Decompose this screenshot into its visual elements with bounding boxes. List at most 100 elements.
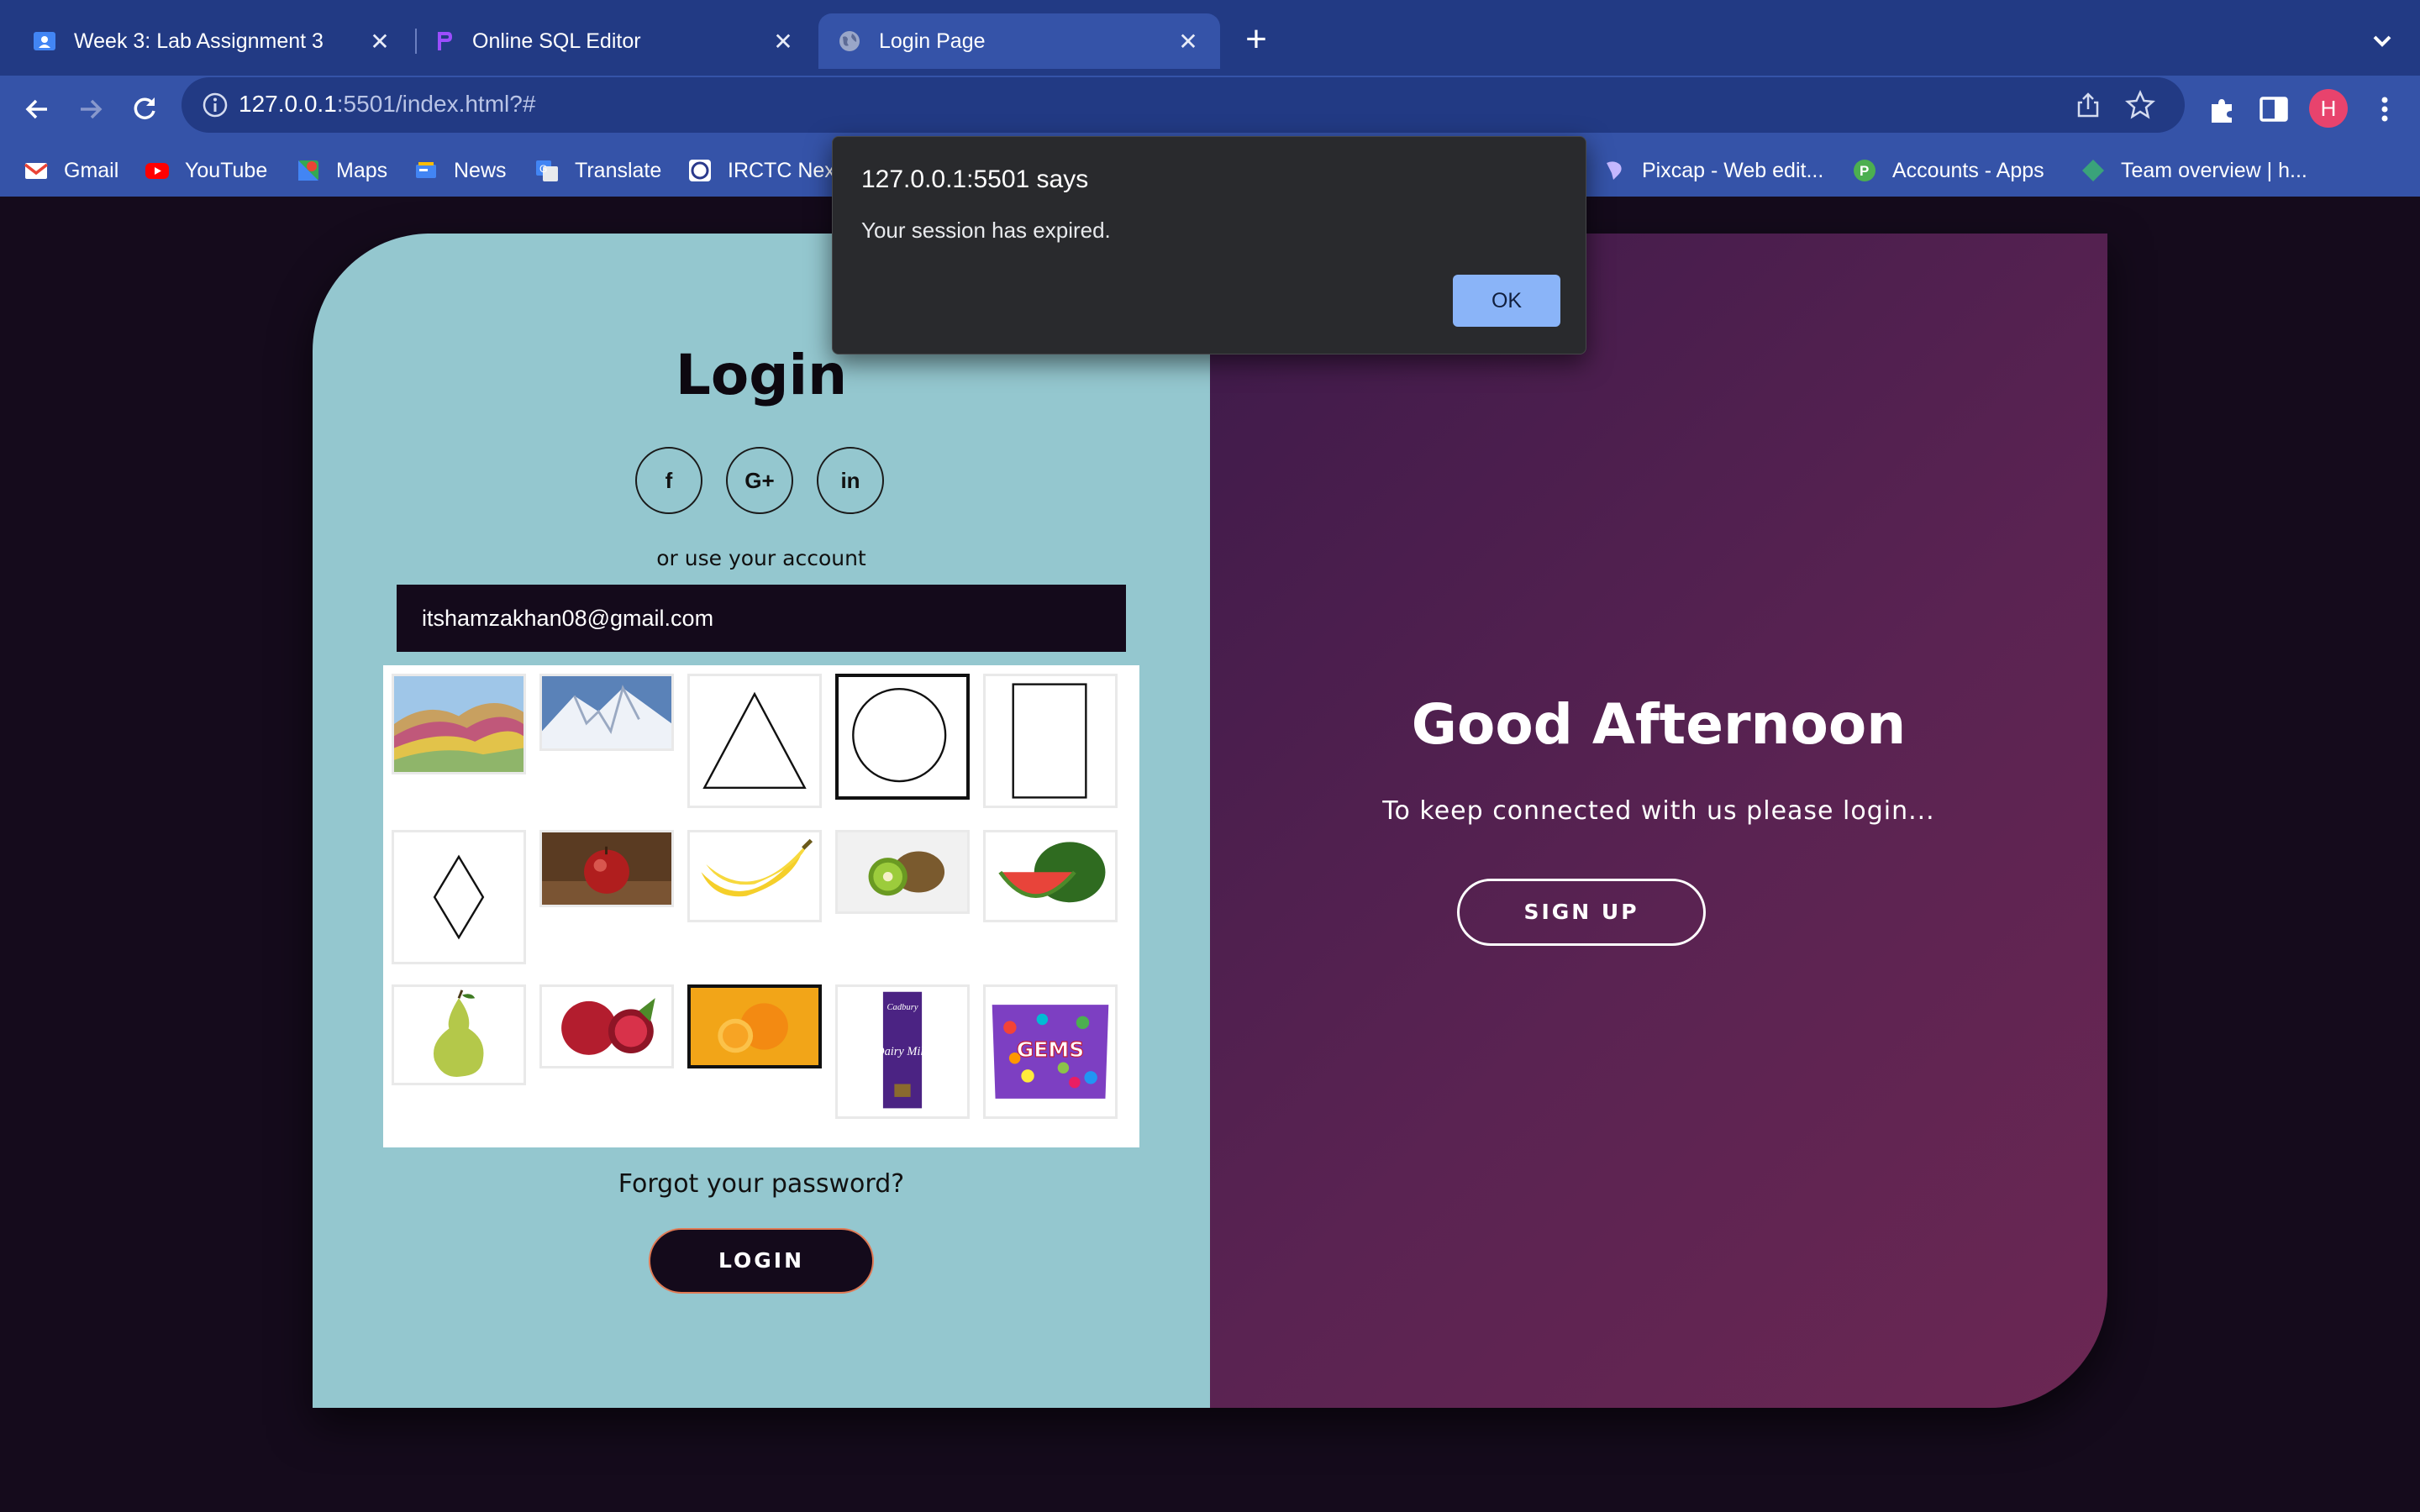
tab-label: Login Page xyxy=(879,29,986,53)
bookmark-translate[interactable]: G Translate xyxy=(534,155,661,186)
dialog-message: Your session has expired. xyxy=(861,218,1111,243)
bookmark-maps[interactable]: Maps xyxy=(296,155,387,186)
welcome-panel: Good Afternoon To keep connected with us… xyxy=(1210,234,2107,1408)
snowy-mountain-image[interactable] xyxy=(539,674,674,751)
tab-strip: Week 3: Lab Assignment 3 ✕ Online SQL Ed… xyxy=(0,0,2420,76)
email-field[interactable] xyxy=(397,585,1126,652)
tab-sql-editor[interactable]: Online SQL Editor ✕ xyxy=(398,13,815,69)
sign-up-button[interactable]: SIGN UP xyxy=(1457,879,1706,946)
bookmark-pixcap[interactable]: Pixcap - Web edit... xyxy=(1602,155,1823,186)
snowy-mountain-graphic xyxy=(542,676,671,748)
back-button[interactable] xyxy=(15,87,59,131)
info-icon[interactable] xyxy=(202,92,229,118)
bookmark-youtube[interactable]: YouTube xyxy=(145,155,267,186)
bookmark-label: YouTube xyxy=(185,158,268,182)
avatar[interactable]: H xyxy=(2309,89,2348,128)
login-container: Login f G+ in or use your account itsham… xyxy=(313,234,2107,1408)
circle-icon xyxy=(852,688,947,783)
image-password-grid: Cadbury Dairy Milk GEMS xyxy=(383,665,1139,1147)
triangle-shape[interactable] xyxy=(687,674,822,808)
globe-icon xyxy=(839,31,860,51)
bookmark-news[interactable]: News xyxy=(413,155,507,186)
tab-lab-assignment[interactable]: Week 3: Lab Assignment 3 ✕ xyxy=(0,13,412,69)
login-button[interactable]: LOGIN xyxy=(649,1228,874,1294)
alert-dialog: 127.0.0.1:5501 says Your session has exp… xyxy=(832,136,1586,354)
kebab-menu-icon[interactable] xyxy=(2368,92,2402,126)
bookmark-label: Translate xyxy=(575,158,662,182)
close-tab-icon[interactable]: ✕ xyxy=(1171,24,1205,58)
chocolate-label-text: Dairy Milk xyxy=(875,1045,929,1058)
bananas-image[interactable] xyxy=(687,830,822,922)
bookmark-label: Accounts - Apps xyxy=(1892,158,2044,182)
orange-image[interactable] xyxy=(687,984,822,1068)
watermelon-image[interactable] xyxy=(983,830,1118,922)
new-tab-icon[interactable]: + xyxy=(1237,21,1276,60)
gems-label-text: GEMS xyxy=(1017,1037,1085,1062)
circle-shape[interactable] xyxy=(835,674,970,800)
irctc-icon xyxy=(689,160,711,181)
greeting-heading: Good Afternoon xyxy=(1411,692,1907,757)
or-use-account-text: or use your account xyxy=(656,546,866,570)
facebook-icon: f xyxy=(665,467,673,493)
apple-image[interactable] xyxy=(539,830,674,907)
bookmark-label: Team overview | h... xyxy=(2121,158,2307,182)
close-tab-icon[interactable]: ✕ xyxy=(766,24,800,58)
forward-button[interactable] xyxy=(69,87,113,131)
classroom-icon xyxy=(34,32,55,50)
dialog-title: 127.0.0.1:5501 says xyxy=(861,165,1089,193)
tab-label: Online SQL Editor xyxy=(472,29,641,53)
bookmark-label: IRCTC Nex xyxy=(728,158,835,182)
share-icon[interactable] xyxy=(2074,91,2102,119)
bookmark-team[interactable]: Team overview | h... xyxy=(2081,155,2307,186)
svg-text:G: G xyxy=(539,163,547,175)
bookmark-irctc[interactable]: IRCTC Nex xyxy=(687,155,835,186)
maps-icon xyxy=(298,160,318,181)
pomegranate-image[interactable] xyxy=(539,984,674,1068)
chevron-down-icon[interactable] xyxy=(2363,25,2402,59)
apple-graphic xyxy=(542,832,671,905)
kiwi-image[interactable] xyxy=(835,830,970,914)
ok-button[interactable]: OK xyxy=(1453,275,1560,327)
close-tab-icon[interactable]: ✕ xyxy=(363,24,397,58)
chocolate-brand-text: Cadbury xyxy=(886,1003,918,1012)
greeting-subtitle: To keep connected with us please login..… xyxy=(1382,796,1935,826)
svg-text:P: P xyxy=(1860,163,1869,179)
reload-button[interactable] xyxy=(123,87,166,131)
social-buttons: f G+ in xyxy=(635,447,887,514)
youtube-icon xyxy=(145,163,169,179)
url-path: :5501/index.html?# xyxy=(336,91,536,117)
pear-image[interactable] xyxy=(392,984,526,1085)
watermelon-graphic xyxy=(986,832,1115,920)
linkedin-button[interactable]: in xyxy=(817,447,884,514)
bookmark-star-icon[interactable] xyxy=(2124,89,2156,121)
kiwi-graphic xyxy=(838,832,967,911)
orange-graphic xyxy=(691,988,818,1065)
pear-graphic xyxy=(394,987,523,1083)
translate-icon: G xyxy=(536,160,558,181)
reload-icon xyxy=(134,97,155,119)
triangle-icon xyxy=(702,691,807,790)
side-panel-icon[interactable] xyxy=(2257,92,2291,126)
facebook-button[interactable]: f xyxy=(635,447,702,514)
gems-pack-graphic: GEMS xyxy=(986,987,1115,1116)
rainbow-mountains-image[interactable] xyxy=(392,674,526,774)
bookmark-label: Pixcap - Web edit... xyxy=(1642,158,1824,182)
bookmark-accounts[interactable]: P Accounts - Apps xyxy=(1852,155,2044,186)
forgot-password-link[interactable]: Forgot your password? xyxy=(313,1169,1210,1199)
diamond-shape[interactable] xyxy=(392,830,526,964)
gems-image[interactable]: GEMS xyxy=(983,984,1118,1119)
gmail-icon xyxy=(24,163,49,179)
rectangle-shape[interactable] xyxy=(983,674,1118,808)
rainbow-mountains-graphic xyxy=(394,676,523,772)
url-host: 127.0.0.1 xyxy=(239,91,337,117)
tab-login-page[interactable]: Login Page ✕ xyxy=(818,13,1220,69)
address-bar[interactable]: 127.0.0.1:5501/index.html?# xyxy=(182,77,2185,133)
team-icon xyxy=(2082,160,2104,181)
bookmark-gmail[interactable]: Gmail xyxy=(24,155,118,186)
bookmark-label: Gmail xyxy=(64,158,119,182)
google-plus-button[interactable]: G+ xyxy=(726,447,793,514)
accounts-icon: P xyxy=(1854,160,1876,181)
dairy-milk-image[interactable]: Cadbury Dairy Milk xyxy=(835,984,970,1119)
diamond-icon xyxy=(433,854,485,940)
extensions-icon[interactable] xyxy=(2205,92,2238,126)
